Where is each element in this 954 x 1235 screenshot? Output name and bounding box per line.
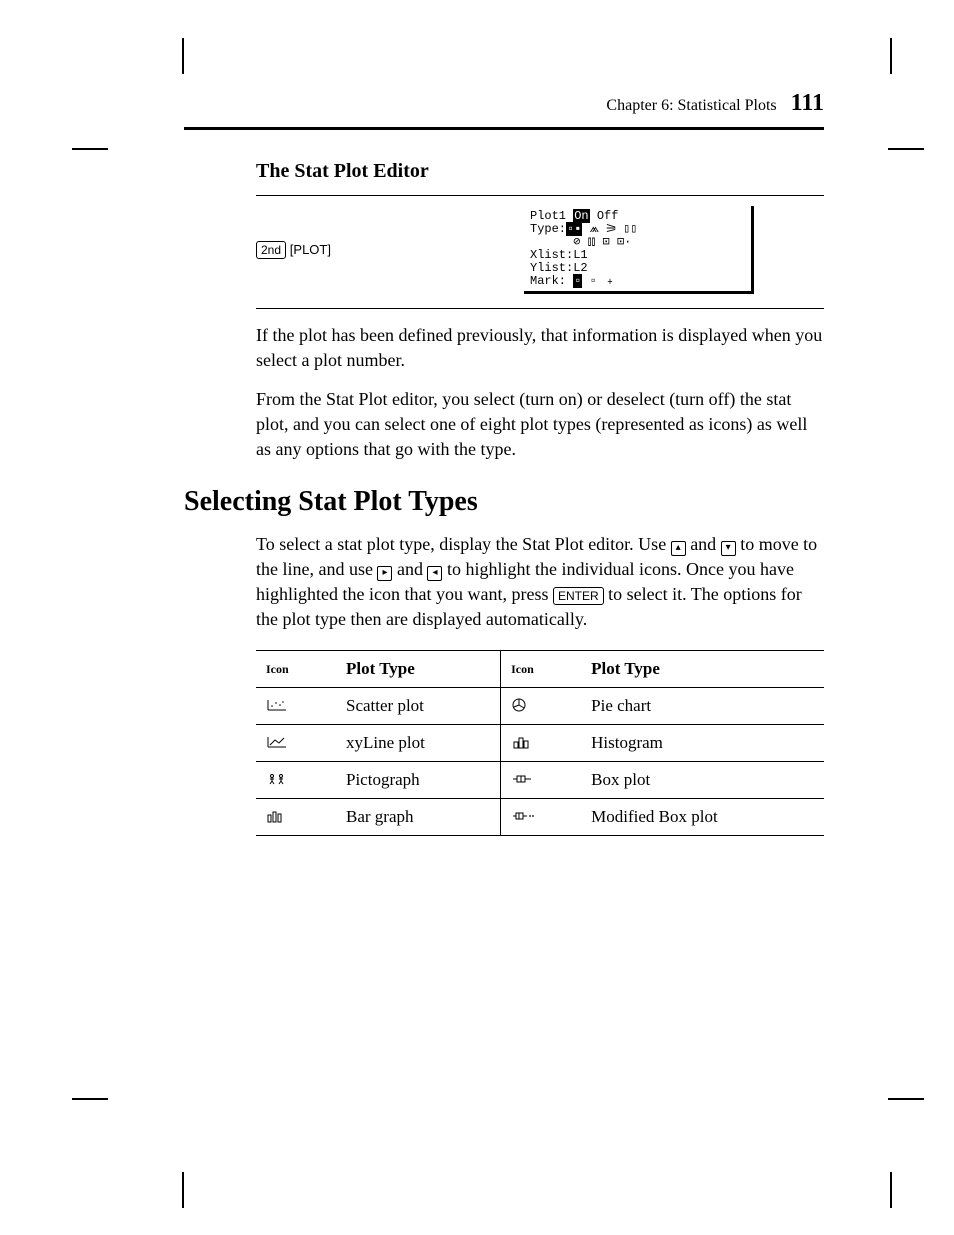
table-row: Pictograph Box plot: [256, 762, 824, 799]
plot-type-label: Box plot: [581, 762, 824, 799]
table-header-row: Icon Plot Type Icon Plot Type: [256, 651, 824, 688]
page-number: 111: [791, 90, 824, 116]
plot-type-label: Pie chart: [581, 688, 824, 725]
th-icon-2: Icon: [501, 651, 582, 688]
rule-below-editor: [256, 308, 824, 309]
down-arrow-key-icon: ▾: [721, 541, 736, 556]
running-header: Chapter 6: Statistical Plots 111: [184, 90, 824, 123]
th-icon-1: Icon: [256, 651, 336, 688]
key-sequence: 2nd [PLOT]: [256, 241, 416, 259]
xyline-plot-icon: [266, 735, 288, 752]
key-plot: [PLOT]: [290, 242, 331, 257]
plot-type-label: Scatter plot: [336, 688, 501, 725]
plot-type-label: xyLine plot: [336, 725, 501, 762]
plot-type-label: Bar graph: [336, 799, 501, 836]
up-arrow-key-icon: ▴: [671, 541, 686, 556]
scatter-type-icon: ▫▪: [566, 222, 582, 236]
modified-box-plot-icon: [511, 810, 537, 825]
plot-type-label: Pictograph: [336, 762, 501, 799]
header-rule: [184, 127, 824, 130]
table-row: Bar graph Modified Box plot: [256, 799, 824, 836]
table-row: xyLine plot Histogram: [256, 725, 824, 762]
section-title-stat-plot-editor: The Stat Plot Editor: [256, 160, 824, 183]
histogram-icon: [511, 735, 533, 752]
th-type-1: Plot Type: [336, 651, 501, 688]
section-title-selecting-types: Selecting Stat Plot Types: [184, 486, 824, 518]
key-enter: ENTER: [553, 587, 604, 605]
pictograph-icon: [266, 772, 288, 789]
scatter-plot-icon: [266, 698, 288, 715]
plot-type-label: Modified Box plot: [581, 799, 824, 836]
paragraph-3: To select a stat plot type, display the …: [256, 532, 824, 632]
paragraph-1: If the plot has been defined previously,…: [256, 323, 824, 373]
plot-type-table: Icon Plot Type Icon Plot Type Scatter pl…: [256, 650, 824, 836]
rule-above-editor: [256, 195, 824, 196]
plot-type-label: Histogram: [581, 725, 824, 762]
bar-graph-icon: [266, 809, 286, 826]
table-row: Scatter plot Pie chart: [256, 688, 824, 725]
paragraph-2: From the Stat Plot editor, you select (t…: [256, 387, 824, 462]
chapter-label: Chapter 6: Statistical Plots: [606, 97, 776, 114]
key-2nd: 2nd: [256, 241, 286, 259]
screen-on-highlight: On: [573, 209, 589, 223]
editor-example-row: 2nd [PLOT] Plot1 On Off Type:▫▪ ⩕ ⚞ ▯▯ ⊘…: [256, 206, 824, 294]
th-type-2: Plot Type: [581, 651, 824, 688]
calculator-screen: Plot1 On Off Type:▫▪ ⩕ ⚞ ▯▯ ⊘ ⫾⫾ ⊡ ⊡· Xl…: [524, 206, 754, 294]
box-plot-icon: [511, 773, 535, 788]
left-arrow-key-icon: ◂: [427, 566, 442, 581]
right-arrow-key-icon: ▸: [377, 566, 392, 581]
pie-chart-icon: [511, 697, 527, 716]
